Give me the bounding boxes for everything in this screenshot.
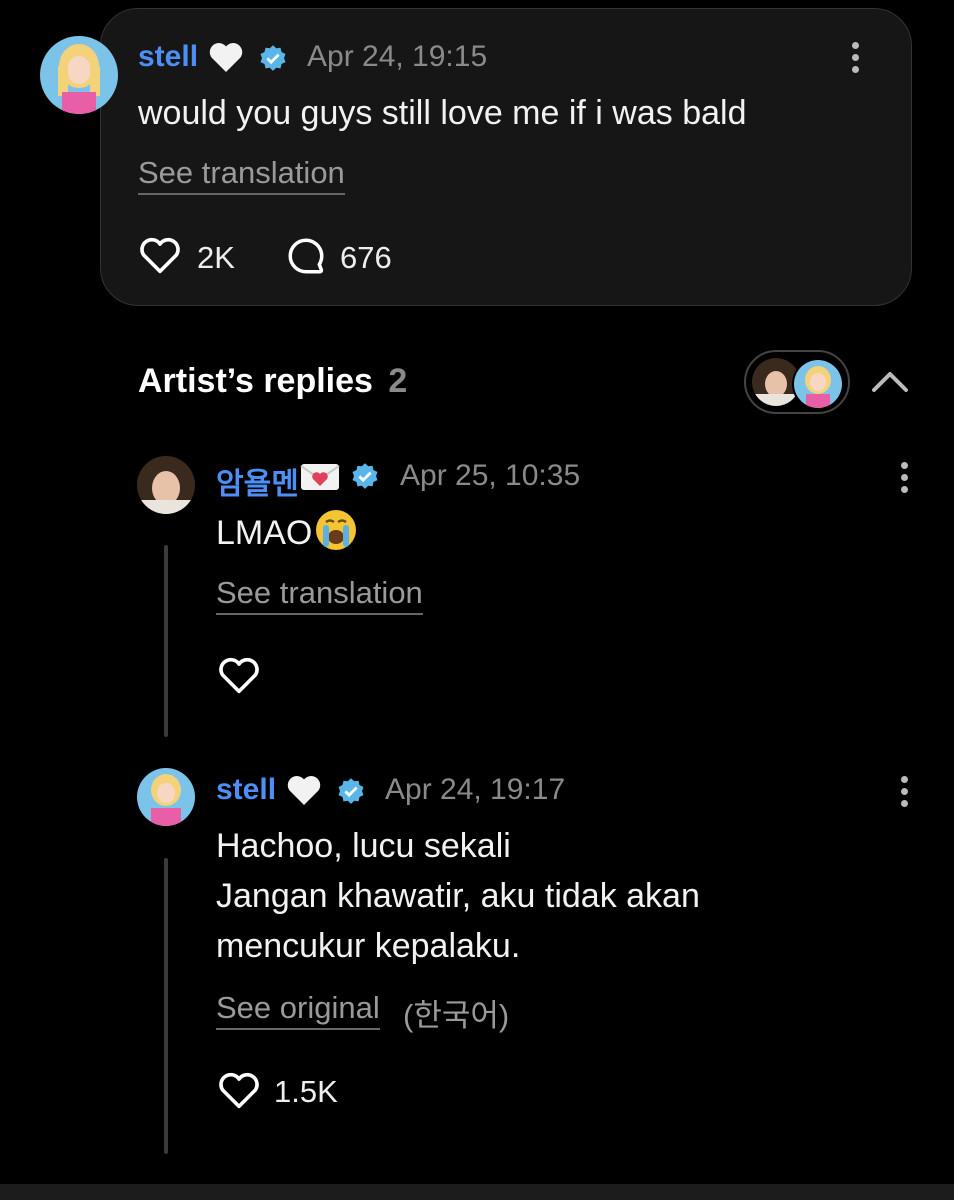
reply-line: Hachoo, lucu sekali xyxy=(216,827,511,865)
reply-text: Hachoo, lucu sekali Jangan khawatir, aku… xyxy=(216,821,700,971)
reply-timestamp: Apr 25, 10:35 xyxy=(400,459,581,492)
reply-text-content: LMAO xyxy=(216,514,313,552)
see-translation-link[interactable]: See translation xyxy=(138,155,345,195)
replies-header: Artist’s replies 2 xyxy=(138,362,407,401)
reply-line: mencukur kepalaku. xyxy=(216,927,521,965)
like-heart-icon[interactable] xyxy=(138,235,182,275)
replies-count: 2 xyxy=(388,362,408,400)
like-heart-icon[interactable] xyxy=(217,655,261,695)
comment-bubble-icon[interactable] xyxy=(285,235,327,277)
comment-count: 676 xyxy=(340,240,392,275)
original-language: (한국어) xyxy=(403,998,510,1033)
reply-text: LMAO xyxy=(216,508,358,566)
white-heart-icon xyxy=(286,773,322,812)
bottom-bar xyxy=(0,1184,954,1200)
like-count: 2K xyxy=(197,240,235,275)
chevron-up-icon[interactable] xyxy=(870,368,910,401)
reply-line: Jangan khawatir, aku tidak akan xyxy=(216,877,700,915)
like-heart-icon[interactable] xyxy=(217,1070,261,1110)
thread-line xyxy=(164,545,168,737)
see-original-link[interactable]: See original xyxy=(216,990,380,1030)
reply-author-name[interactable]: 암욜멘 xyxy=(216,459,299,503)
crying-face-icon xyxy=(314,508,358,566)
verified-badge-icon xyxy=(350,462,380,497)
thread-line xyxy=(164,858,168,1154)
reply-author-name[interactable]: stell xyxy=(216,773,276,807)
post-text: would you guys still love me if i was ba… xyxy=(138,94,747,132)
avatar[interactable] xyxy=(137,456,195,514)
post-timestamp: Apr 24, 19:15 xyxy=(307,40,488,73)
verified-badge-icon xyxy=(336,777,366,812)
avatar[interactable] xyxy=(40,36,118,114)
more-options-icon[interactable] xyxy=(901,462,911,498)
more-options-icon[interactable] xyxy=(901,776,911,812)
more-options-icon[interactable] xyxy=(852,42,862,78)
replies-title: Artist’s replies xyxy=(138,362,373,400)
envelope-heart-icon xyxy=(300,462,340,497)
white-heart-icon xyxy=(208,40,244,79)
like-count: 1.5K xyxy=(274,1074,338,1109)
verified-badge-icon xyxy=(258,44,288,79)
avatar xyxy=(792,358,844,410)
artist-avatars-stack[interactable] xyxy=(744,350,850,414)
author-name[interactable]: stell xyxy=(138,40,198,74)
see-translation-link[interactable]: See translation xyxy=(216,575,423,615)
avatar[interactable] xyxy=(137,768,195,826)
reply-timestamp: Apr 24, 19:17 xyxy=(385,773,566,806)
